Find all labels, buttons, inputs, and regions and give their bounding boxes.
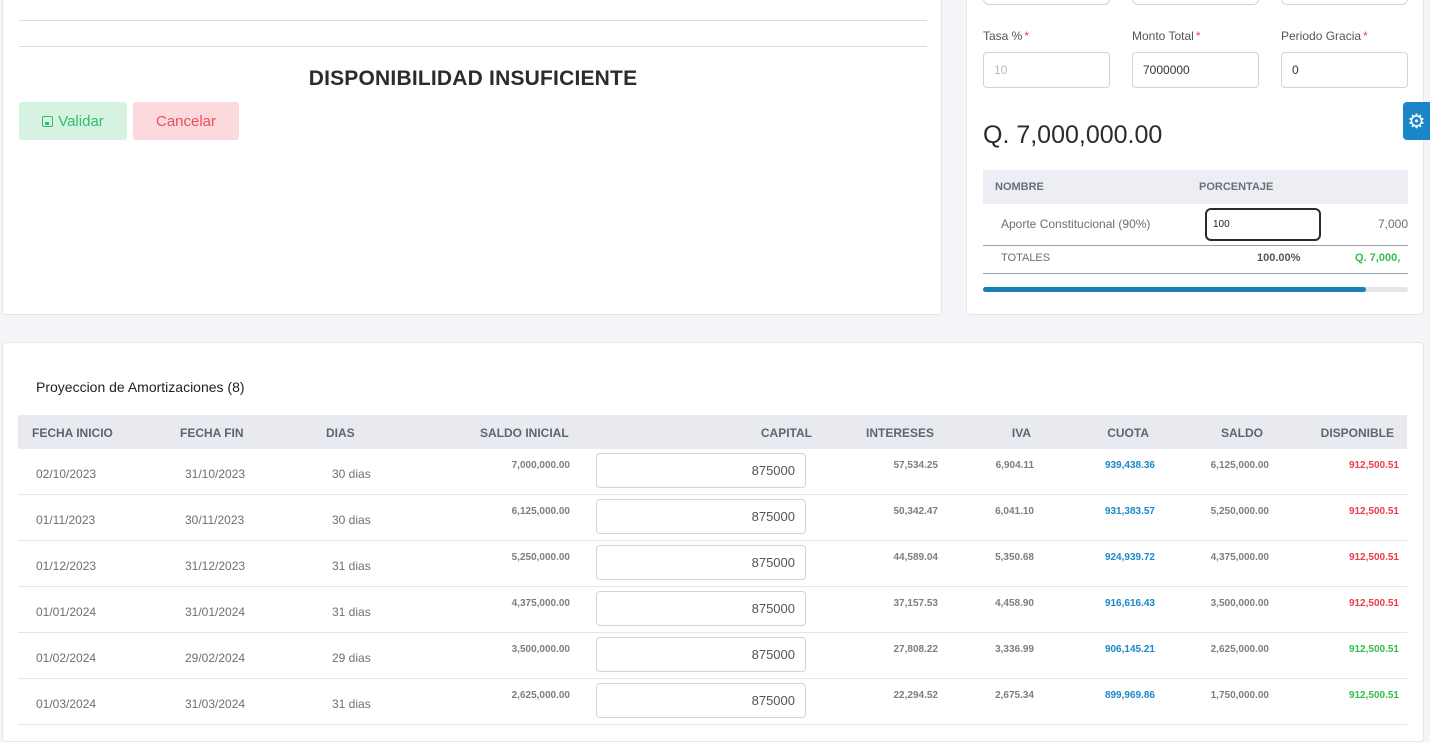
cell-dias: 31 dias [332, 697, 371, 711]
gracia-label: Periodo Gracia * [1281, 29, 1368, 43]
cell-fecha-inicio: 01/01/2024 [36, 605, 97, 619]
cell-disponible: 912,500.51 [1348, 506, 1399, 517]
monto-total-input[interactable]: 7000000 [1132, 52, 1259, 88]
credit-summary-panel: Tasa % * Monto Total * Periodo Gracia * 10 … [966, 0, 1424, 315]
cancelar-label: Cancelar [155, 112, 217, 130]
cell-dias: 31 dias [332, 559, 371, 573]
column-header: DISPONIBLE [1320, 426, 1394, 440]
tasa-input[interactable]: 10 [983, 52, 1110, 88]
amortization-panel [2, 342, 1424, 742]
cell-fecha-inicio: 01/12/2023 [36, 559, 97, 573]
cell-disponible: 912,500.51 [1348, 644, 1399, 655]
cell-saldo-inicial: 4,375,000.00 [511, 598, 570, 609]
cell-fecha-fin: 31/12/2023 [185, 559, 246, 573]
cell-dias: 30 dias [332, 513, 371, 527]
cell-saldo-inicial: 3,500,000.00 [511, 644, 570, 655]
column-header: FECHA INICIO [32, 426, 113, 440]
cancelar-button[interactable]: Cancelar [133, 102, 239, 140]
cell-dias: 30 dias [332, 467, 371, 481]
column-header: FECHA FIN [180, 426, 244, 440]
row-divider [18, 586, 1407, 587]
divider [983, 273, 1408, 274]
percentage-input[interactable]: 100 [1205, 208, 1321, 241]
cell-disponible: 912,500.51 [1348, 598, 1399, 609]
divider [19, 46, 927, 47]
row-divider [18, 632, 1407, 633]
cell-saldo-inicial: 2,625,000.00 [511, 690, 570, 701]
totales-amount: Q. 7,000, [1355, 252, 1401, 264]
row-divider [18, 540, 1407, 541]
input-stub[interactable] [983, 0, 1110, 5]
cell-fecha-inicio: 02/10/2023 [36, 467, 97, 481]
divider [19, 20, 927, 21]
cell-dias: 29 dias [332, 651, 371, 665]
status-title: DISPONIBILIDAD INSUFICIENTE [308, 67, 638, 90]
validation-panel: DISPONIBILIDAD INSUFICIENTE Validar Canc… [2, 0, 942, 315]
cell-saldo-inicial: 6,125,000.00 [511, 506, 570, 517]
cell-disponible: 912,500.51 [1348, 460, 1399, 471]
allocation-name: Aporte Constitucional (90%) [1001, 217, 1151, 231]
allocation-amount: 7,000 [1377, 217, 1408, 231]
cell-fecha-fin: 31/03/2024 [185, 697, 246, 711]
col-nombre: NOMBRE [995, 181, 1044, 193]
row-divider [18, 678, 1407, 679]
cell-fecha-inicio: 01/11/2023 [36, 513, 96, 527]
divider [983, 245, 1408, 246]
cell-disponible: 912,500.51 [1348, 690, 1399, 701]
col-porcentaje: PORCENTAJE [1199, 181, 1274, 193]
cell-fecha-fin: 29/02/2024 [185, 651, 246, 665]
validar-label: Validar [58, 112, 104, 130]
row-divider [18, 494, 1407, 495]
column-header: DIAS [326, 426, 355, 440]
column-header: SALDO INICIAL [480, 426, 569, 440]
progress-fill [983, 287, 1366, 292]
tasa-label: Tasa % * [983, 29, 1030, 43]
gear-icon: ⚙ [1407, 110, 1426, 133]
cell-fecha-fin: 31/01/2024 [185, 605, 246, 619]
cell-fecha-inicio: 01/02/2024 [36, 651, 97, 665]
cell-fecha-inicio: 01/03/2024 [36, 697, 97, 711]
cell-fecha-fin: 30/11/2023 [185, 513, 245, 527]
settings-button[interactable]: ⚙ [1403, 102, 1430, 140]
row-divider [18, 724, 1407, 725]
allocation-table-header [983, 170, 1408, 204]
totales-label: TOTALES [1001, 252, 1051, 264]
cell-saldo-inicial: 5,250,000.00 [511, 552, 570, 563]
cell-disponible: 912,500.51 [1348, 552, 1399, 563]
save-icon [42, 115, 54, 127]
validar-button[interactable]: Validar [19, 102, 127, 140]
cell-fecha-fin: 31/10/2023 [185, 467, 246, 481]
amortization-title: Proyeccion de Amortizaciones (8) [36, 379, 245, 395]
totales-percentage: 100.00% [1257, 252, 1301, 264]
input-stub[interactable] [1132, 0, 1259, 5]
cell-saldo-inicial: 7,000,000.00 [511, 460, 570, 471]
monto-label: Monto Total * [1132, 29, 1201, 43]
cell-dias: 31 dias [332, 605, 371, 619]
periodo-gracia-input[interactable]: 0 [1281, 52, 1408, 88]
input-stub[interactable] [1281, 0, 1408, 5]
total-amount: Q. 7,000,000.00 [983, 121, 1163, 149]
allocation-progress [983, 287, 1408, 292]
